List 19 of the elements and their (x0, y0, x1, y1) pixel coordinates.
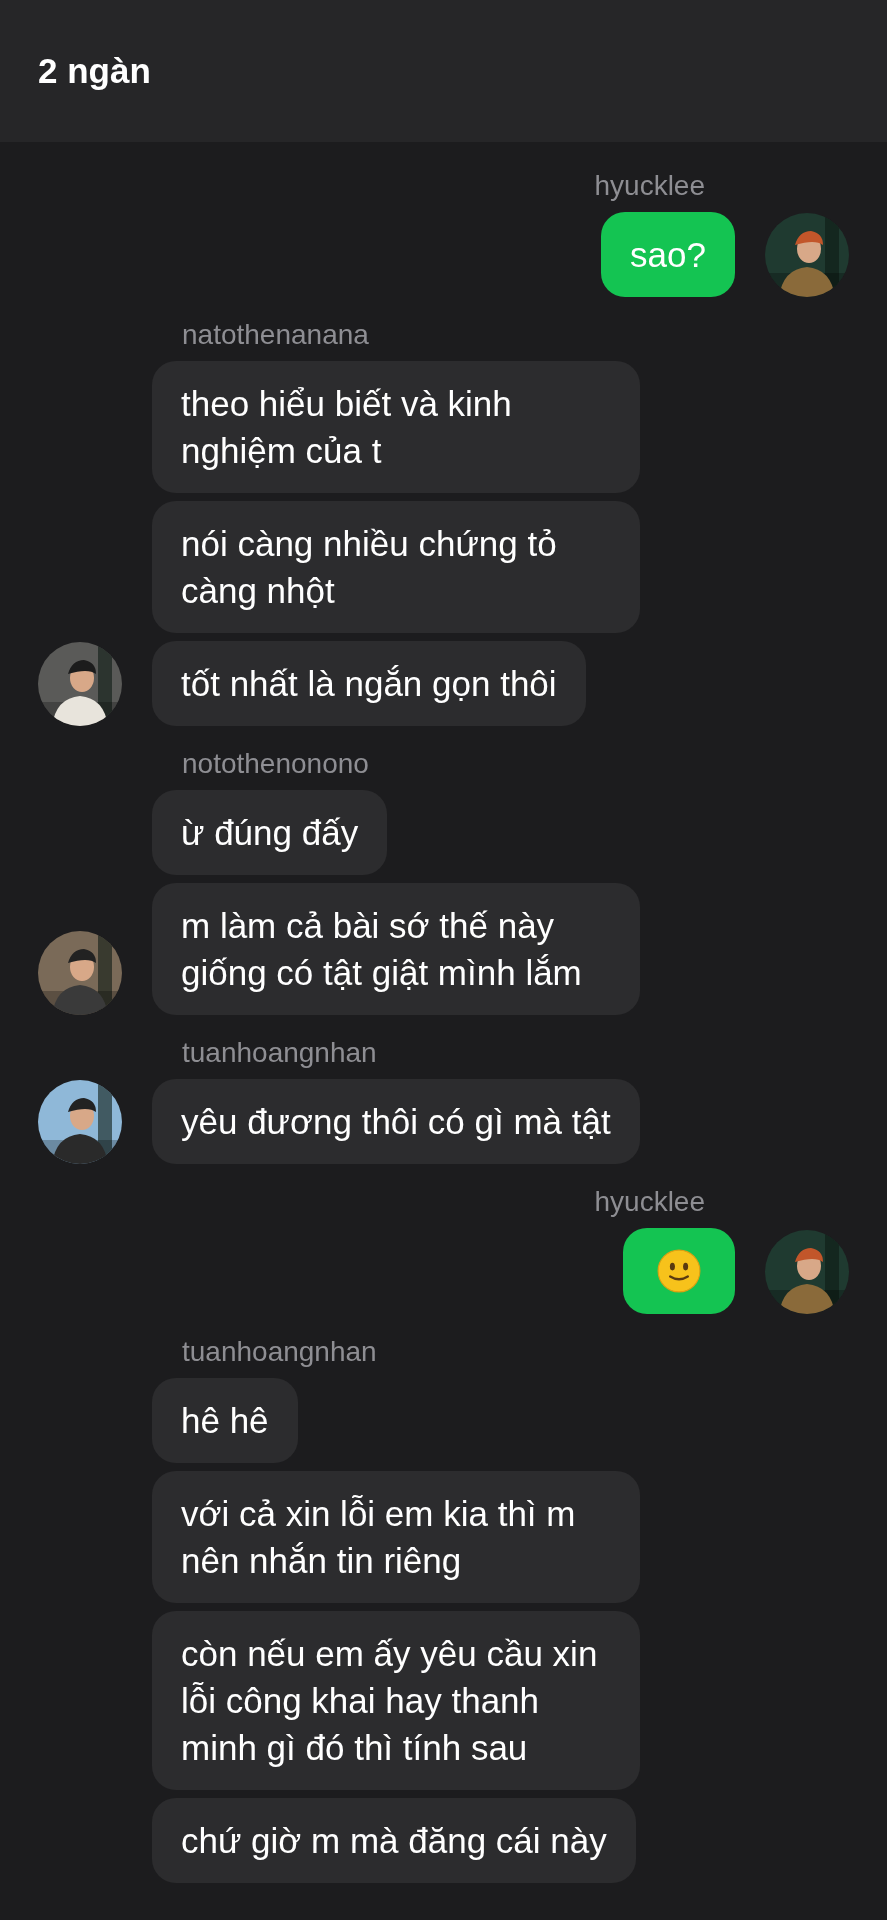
message-bubble: theo hiểu biết và kinh nghiệm của t (152, 361, 640, 493)
message-bubble: sao? (601, 212, 735, 297)
message-bubble: nói càng nhiều chứng tỏ càng nhột (152, 501, 640, 633)
smiley-icon (657, 1249, 701, 1293)
sender-name: hyucklee (593, 1186, 706, 1218)
message-bubble: m làm cả bài sớ thế này giống có tật giật mình lắm (152, 883, 640, 1015)
sender-name: tuanhoangnhan (181, 1336, 378, 1368)
sender-name: tuanhoangnhan (181, 1037, 378, 1069)
sender-name: notothenonono (181, 748, 370, 780)
message-bubble: ừ đúng đấy (152, 790, 388, 875)
message-bubble: chứ giờ m mà đăng cái này (152, 1798, 636, 1883)
message-bubble: hê hê (152, 1378, 298, 1463)
sender-name: natothenanana (181, 319, 370, 351)
message-bubble: yêu đương thôi có gì mà tật (152, 1079, 640, 1164)
chat-title: 2 ngàn (38, 51, 151, 91)
sender-name: hyucklee (593, 170, 706, 202)
message-bubble: tốt nhất là ngắn gọn thôi (152, 641, 586, 726)
message-bubble: còn nếu em ấy yêu cầu xin lỗi công khai hay thanh minh gì đó thì tính sau (152, 1611, 640, 1790)
message-bubble: với cả xin lỗi em kia thì m nên nhắn tin riêng (152, 1471, 640, 1603)
